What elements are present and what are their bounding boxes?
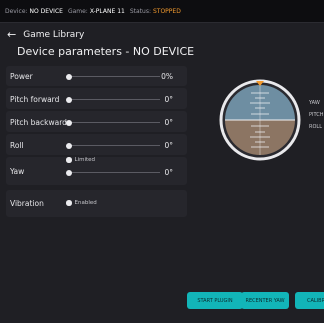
- status-bar: Device: NO DEVICE Game: X-PLANE 11 Statu…: [0, 0, 324, 23]
- legend-yaw: YAW: [309, 100, 320, 106]
- page-title: Device parameters - NO DEVICE: [17, 45, 195, 58]
- pitch-backward-slider-handle[interactable]: [66, 119, 72, 126]
- status-value: STOPPED: [152, 7, 181, 15]
- legend-roll: ROLL: [309, 124, 322, 130]
- attitude-indicator: [219, 79, 301, 161]
- parameter-label: Yaw: [10, 167, 25, 176]
- device-label: Device:: [5, 7, 28, 15]
- yaw-slider-track[interactable]: [68, 171, 160, 173]
- parameter-panel-pitch-forward: Pitch forward 0°: [6, 88, 187, 109]
- parameter-panel-power: Power 0%: [6, 66, 187, 86]
- roll-slider-handle[interactable]: [66, 142, 72, 149]
- status-label: Status:: [129, 7, 151, 15]
- vibration-enabled-label: Enabled: [74, 200, 97, 206]
- back-label[interactable]: Game Library: [23, 30, 84, 40]
- parameter-label: Roll: [10, 141, 24, 150]
- arrow-left-icon[interactable]: ←: [7, 29, 16, 40]
- back-to-game-library[interactable]: ← Game Library: [7, 29, 84, 40]
- yaw-limited-label: Limited: [74, 157, 96, 163]
- start-plugin-button[interactable]: START PLUGIN: [187, 292, 243, 309]
- parameter-panel-yaw: Limited Yaw 0°: [6, 157, 187, 185]
- game-label: Game:: [67, 7, 88, 15]
- parameter-panel-vibration: Vibration Enabled: [6, 190, 187, 217]
- parameter-value: 0°: [164, 141, 173, 150]
- calibrate-button[interactable]: CALIBRA: [295, 292, 324, 309]
- pitch-backward-slider-track[interactable]: [68, 121, 160, 123]
- vibration-enabled-toggle[interactable]: Enabled: [66, 200, 97, 206]
- parameter-label: Pitch forward: [10, 95, 60, 104]
- legend-pitch: PITCH: [309, 112, 324, 118]
- parameter-value: 0°: [164, 168, 173, 177]
- power-slider-handle[interactable]: [66, 73, 72, 80]
- attitude-indicator-graphic: [219, 79, 301, 161]
- pitch-forward-slider-handle[interactable]: [66, 96, 72, 103]
- device-value: NO DEVICE: [29, 7, 63, 15]
- game-value: X-PLANE 11: [89, 7, 125, 15]
- parameter-label: Power: [10, 72, 33, 81]
- parameter-panel-pitch-backward: Pitch backward 0°: [6, 111, 187, 132]
- power-slider-track[interactable]: [68, 75, 160, 77]
- yaw-limited-toggle[interactable]: Limited: [66, 157, 95, 163]
- toggle-knob[interactable]: [66, 157, 72, 163]
- roll-slider-track[interactable]: [68, 144, 160, 146]
- toggle-knob[interactable]: [66, 200, 72, 206]
- parameter-value: 0°: [164, 95, 173, 104]
- parameter-label: Pitch backward: [10, 118, 67, 127]
- vibration-label: Vibration: [10, 199, 44, 208]
- parameter-panel-roll: Roll 0°: [6, 134, 187, 155]
- pitch-forward-slider-track[interactable]: [68, 98, 160, 100]
- yaw-slider-handle[interactable]: [66, 169, 72, 176]
- parameter-value: 0%: [161, 72, 173, 81]
- parameter-value: 0°: [164, 118, 173, 127]
- recenter-yaw-button[interactable]: RECENTER YAW: [241, 292, 289, 309]
